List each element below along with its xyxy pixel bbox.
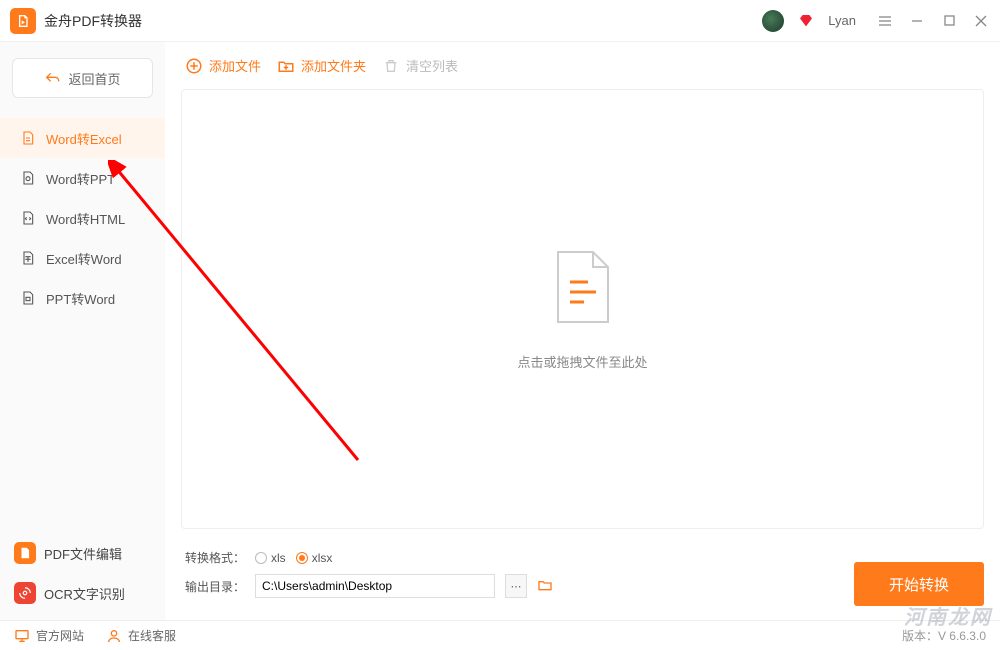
file-icon (20, 210, 36, 226)
file-icon (20, 130, 36, 146)
footer-website-link[interactable]: 官方网站 (14, 627, 84, 644)
options-panel: 转换格式： xls xlsx 开始转换 输出目录： ⋯ (181, 539, 984, 610)
sidebar-bottom-label: PDF文件编辑 (44, 544, 122, 563)
user-avatar[interactable] (762, 10, 784, 32)
add-file-label: 添加文件 (209, 56, 261, 75)
file-icon (20, 290, 36, 306)
maximize-icon[interactable] (940, 12, 958, 30)
sidebar-bottom-label: OCR文字识别 (44, 584, 125, 603)
format-radio-xls[interactable]: xls (255, 551, 286, 565)
add-folder-button[interactable]: 添加文件夹 (277, 56, 366, 75)
file-icon (20, 170, 36, 186)
sidebar-ocr-button[interactable]: OCR文字识别 (14, 576, 151, 610)
file-icon (20, 250, 36, 266)
document-icon (548, 247, 618, 330)
footer: 官方网站 在线客服 版本：V 6.6.3.0 (0, 620, 1000, 650)
toolbar: 添加文件 添加文件夹 清空列表 (181, 56, 984, 89)
sidebar-item-word-to-html[interactable]: Word转HTML (0, 198, 165, 238)
vip-diamond-icon[interactable] (798, 13, 814, 29)
clear-list-label: 清空列表 (406, 56, 458, 75)
footer-website-label: 官方网站 (36, 627, 84, 644)
dropzone-hint: 点击或拖拽文件至此处 (517, 352, 647, 371)
sidebar-item-label: Word转Excel (46, 129, 122, 148)
sidebar-item-excel-to-word[interactable]: Excel转Word (0, 238, 165, 278)
monitor-icon (14, 628, 30, 644)
title-bar: 金舟PDF转换器 Lyan (0, 0, 1000, 42)
output-path-input[interactable] (255, 574, 495, 598)
sidebar: 返回首页 Word转Excel Word转PPT Word转HTML Excel… (0, 42, 165, 620)
sidebar-item-label: Word转PPT (46, 169, 115, 188)
add-file-button[interactable]: 添加文件 (185, 56, 261, 75)
menu-icon[interactable] (876, 12, 894, 30)
trash-icon (382, 57, 400, 75)
back-arrow-icon (44, 70, 60, 86)
file-dropzone[interactable]: 点击或拖拽文件至此处 (181, 89, 984, 529)
format-label: 转换格式： (185, 549, 245, 566)
format-radio-xlsx[interactable]: xlsx (296, 551, 333, 565)
app-logo (10, 8, 36, 34)
sidebar-item-label: PPT转Word (46, 289, 115, 308)
ocr-icon (14, 582, 36, 604)
start-convert-button[interactable]: 开始转换 (854, 562, 984, 606)
minimize-icon[interactable] (908, 12, 926, 30)
content-area: 添加文件 添加文件夹 清空列表 点击或拖拽文件至此处 转换格式： xls xls… (165, 42, 1000, 620)
app-title: 金舟PDF转换器 (44, 11, 142, 31)
clear-list-button[interactable]: 清空列表 (382, 56, 458, 75)
folder-plus-icon (277, 57, 295, 75)
sidebar-item-label: Word转HTML (46, 209, 125, 228)
username-label[interactable]: Lyan (828, 13, 856, 28)
open-folder-icon[interactable] (537, 577, 553, 596)
plus-circle-icon (185, 57, 203, 75)
browse-button[interactable]: ⋯ (505, 574, 527, 598)
pdf-editor-icon (14, 542, 36, 564)
back-home-button[interactable]: 返回首页 (12, 58, 153, 98)
sidebar-item-word-to-ppt[interactable]: Word转PPT (0, 158, 165, 198)
sidebar-item-word-to-excel[interactable]: Word转Excel (0, 118, 165, 158)
sidebar-item-ppt-to-word[interactable]: PPT转Word (0, 278, 165, 318)
support-icon (106, 628, 122, 644)
add-folder-label: 添加文件夹 (301, 56, 366, 75)
sidebar-pdf-editor-button[interactable]: PDF文件编辑 (14, 536, 151, 570)
close-icon[interactable] (972, 12, 990, 30)
footer-support-link[interactable]: 在线客服 (106, 627, 176, 644)
output-label: 输出目录： (185, 578, 245, 595)
version-label: 版本：V 6.6.3.0 (902, 627, 986, 644)
back-home-label: 返回首页 (68, 69, 120, 88)
sidebar-item-label: Excel转Word (46, 249, 122, 268)
footer-support-label: 在线客服 (128, 627, 176, 644)
